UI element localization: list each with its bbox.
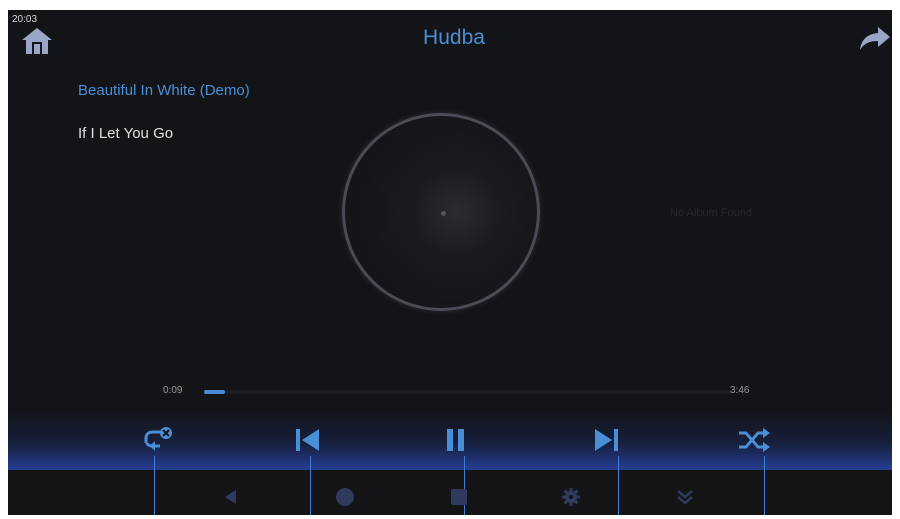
- next-track-icon[interactable]: [586, 424, 626, 456]
- home-circle-icon[interactable]: [334, 486, 356, 508]
- annotation-line: [310, 456, 311, 515]
- pause-icon[interactable]: [436, 424, 476, 456]
- elapsed-time: 0:09: [163, 385, 183, 396]
- repeat-off-icon[interactable]: [138, 424, 178, 456]
- no-album-label: No Album Found: [670, 207, 752, 219]
- shuffle-icon[interactable]: [734, 424, 774, 456]
- annotation-line: [618, 456, 619, 515]
- page-title: Hudba: [423, 26, 485, 49]
- playlist-item[interactable]: If I Let You Go: [78, 125, 173, 142]
- total-time: 3:46: [730, 385, 750, 396]
- album-art-disc: [342, 113, 540, 311]
- home-icon[interactable]: [20, 24, 54, 58]
- recents-icon[interactable]: [448, 486, 470, 508]
- annotation-line: [154, 456, 155, 515]
- music-player-screen: 20:03 Hudba Beautiful In White (Demo) If…: [8, 10, 892, 515]
- previous-track-icon[interactable]: [288, 424, 328, 456]
- disc-center-dot: [441, 211, 446, 216]
- collapse-icon[interactable]: [674, 486, 696, 508]
- playlist-item-current[interactable]: Beautiful In White (Demo): [78, 82, 250, 99]
- back-icon[interactable]: [220, 486, 242, 508]
- share-icon[interactable]: [858, 24, 892, 52]
- progress-bar[interactable]: [204, 390, 732, 394]
- annotation-line: [764, 456, 765, 515]
- progress-fill: [204, 390, 225, 394]
- settings-icon[interactable]: [560, 486, 582, 508]
